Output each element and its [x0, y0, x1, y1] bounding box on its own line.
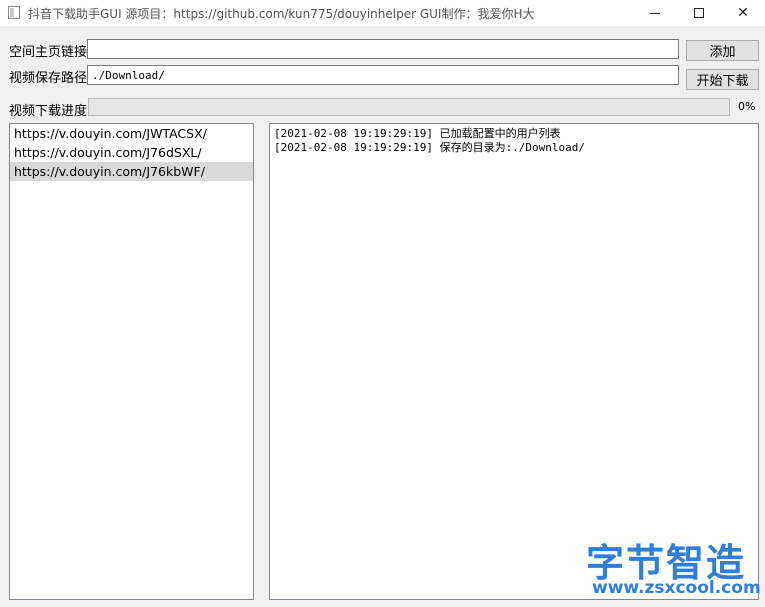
app-icon	[8, 6, 20, 19]
close-button[interactable]: ✕	[720, 0, 765, 26]
homepage-label: 空间主页链接	[9, 45, 88, 60]
watermark-logo: 字节智造 www.zsxcool.com	[586, 532, 761, 602]
log-line: [2021-02-08 19:19:29:19] 保存的目录为:./Downlo…	[274, 141, 586, 154]
splitter-handle[interactable]	[258, 123, 266, 600]
homepage-input[interactable]	[87, 39, 679, 59]
progress-percent: 0%	[738, 100, 756, 113]
minimize-icon	[650, 12, 660, 14]
list-item[interactable]: https://v.douyin.com/J76dSXL/	[10, 143, 253, 162]
maximize-button[interactable]	[676, 0, 722, 26]
log-line: [2021-02-08 19:19:29:19] 已加载配置中的用户列表	[274, 127, 561, 140]
minimize-button[interactable]	[632, 0, 678, 26]
log-output[interactable]: [2021-02-08 19:19:29:19] 已加载配置中的用户列表 [202…	[269, 123, 759, 600]
close-icon: ✕	[737, 5, 749, 21]
maximize-icon	[694, 8, 704, 18]
window-title: 抖音下载助手GUI 源项目：https://github.com/kun775/…	[28, 7, 535, 21]
save-path-label: 视频保存路径	[9, 71, 88, 86]
user-url-list[interactable]: https://v.douyin.com/JWTACSX/https://v.d…	[9, 123, 254, 600]
progress-label: 视频下载进度	[9, 104, 88, 119]
list-item[interactable]: https://v.douyin.com/J76kbWF/	[10, 162, 253, 181]
save-path-input[interactable]: ./Download/	[87, 65, 679, 85]
list-item[interactable]: https://v.douyin.com/JWTACSX/	[10, 124, 253, 143]
start-download-button[interactable]: 开始下载	[686, 69, 759, 90]
title-bar: 抖音下载助手GUI 源项目：https://github.com/kun775/…	[0, 0, 765, 26]
download-progress-bar	[88, 98, 730, 116]
add-button[interactable]: 添加	[686, 40, 759, 61]
watermark-url: www.zsxcool.com	[592, 578, 761, 598]
